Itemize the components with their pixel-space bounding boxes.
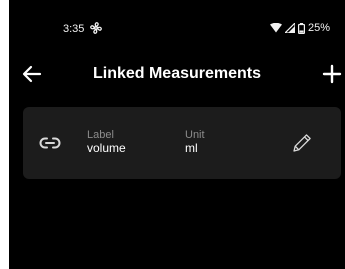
label-field: Label volume — [87, 129, 126, 155]
pencil-icon[interactable] — [291, 132, 313, 154]
status-bar: 3:35 25% — [9, 0, 345, 35]
wifi-icon — [269, 23, 282, 33]
label-caption: Label — [87, 129, 114, 141]
fan-icon — [89, 21, 103, 35]
unit-caption: Unit — [185, 129, 205, 141]
app-screen: 3:35 25% Linked Measurements Label volum… — [9, 0, 345, 269]
link-icon — [39, 136, 61, 150]
status-indicators: 25% — [269, 22, 330, 34]
measurement-card[interactable]: Label volume Unit ml — [23, 107, 341, 179]
app-bar: Linked Measurements — [9, 56, 345, 92]
battery-icon — [297, 22, 305, 34]
unit-value: ml — [185, 141, 198, 155]
signal-icon — [284, 23, 295, 33]
battery-percent: 25% — [307, 22, 330, 34]
status-time: 3:35 — [63, 23, 85, 35]
page-title: Linked Measurements — [92, 65, 262, 82]
unit-field: Unit ml — [185, 129, 205, 155]
label-value: volume — [87, 141, 126, 155]
add-icon[interactable] — [320, 62, 344, 86]
